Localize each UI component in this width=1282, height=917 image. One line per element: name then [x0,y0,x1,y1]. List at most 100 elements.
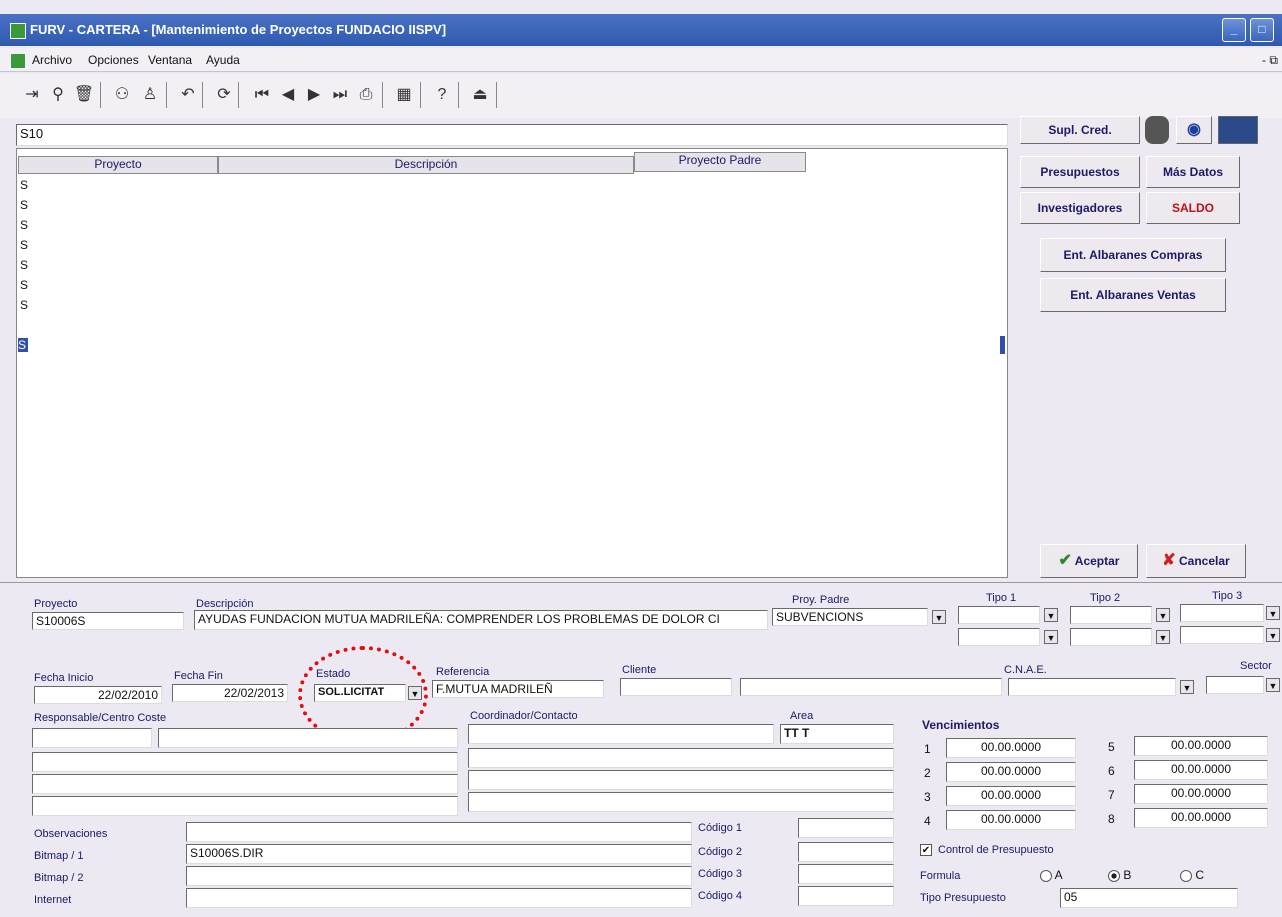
exit-door-icon[interactable]: ⏏ [468,82,492,108]
user-icon[interactable]: ♙ [138,82,162,108]
refresh-icon[interactable]: ⟳ [212,82,236,108]
tipo3-dropdown-icon[interactable]: ▼ [1266,606,1280,620]
cnae-field[interactable] [1008,678,1176,696]
area-field[interactable]: TT T [780,724,894,744]
vencimiento-field[interactable]: 00.00.0000 [946,762,1076,782]
menu-ayuda[interactable]: Ayuda [206,53,240,67]
tipo1-field-2[interactable] [958,628,1040,646]
cliente-name-field[interactable] [740,678,1002,696]
internet-field[interactable] [186,888,692,908]
coordinador-line-3[interactable] [468,770,894,790]
tipo2-field-2[interactable] [1070,628,1152,646]
menu-archivo[interactable]: Archivo [32,53,72,67]
ent-albaranes-ventas-button[interactable]: Ent. Albaranes Ventas [1040,278,1226,312]
prev-record-icon[interactable]: ◀ [276,82,300,108]
responsable-line-4[interactable] [32,796,458,816]
trash-icon[interactable]: 🗑 [72,82,96,108]
proy-padre-field[interactable]: SUBVENCIONS [772,608,928,626]
coordinador-field[interactable] [468,724,774,744]
control-presupuesto-checkbox[interactable]: ✔ [920,844,932,856]
tipo3-dropdown-icon-2[interactable]: ▼ [1266,628,1280,642]
next-record-icon[interactable]: ▶ [302,82,326,108]
menu-ventana[interactable]: Ventana [148,53,192,67]
mas-datos-button[interactable]: Más Datos [1146,156,1240,188]
tipo3-field-2[interactable] [1180,626,1264,644]
vencimiento-field[interactable]: 00.00.0000 [1134,808,1268,828]
vencimiento-field[interactable]: 00.00.0000 [1134,760,1268,780]
grid-row[interactable]: S [20,178,28,192]
grid-row[interactable]: S [20,298,28,312]
exit-icon[interactable]: ⇥ [20,82,44,108]
sector-field[interactable] [1206,676,1264,694]
tipo1-dropdown-icon-2[interactable]: ▼ [1044,630,1058,644]
grid-row-selected[interactable]: S [18,338,28,352]
observaciones-field[interactable] [186,822,692,842]
codigo1-field[interactable] [798,818,894,838]
tipo1-field[interactable] [958,606,1040,624]
presupuestos-button[interactable]: Presupuestos [1020,156,1140,188]
formula-a-radio[interactable]: A [1040,868,1063,882]
tipo2-field[interactable] [1070,606,1152,624]
responsable-code-field[interactable] [32,728,152,748]
database-icon[interactable] [1145,116,1169,144]
grid-row[interactable]: S [20,198,28,212]
descripcion-field[interactable]: AYUDAS FUNDACION MUTUA MADRILEÑA: COMPRE… [194,610,768,630]
binoculars-icon[interactable]: ⚲ [46,82,70,108]
maximize-button[interactable]: □ [1250,18,1274,42]
responsable-line-3[interactable] [32,774,458,794]
vencimiento-field[interactable]: 00.00.0000 [946,810,1076,830]
ent-albaranes-compras-button[interactable]: Ent. Albaranes Compras [1040,238,1226,272]
print-icon[interactable]: ⎙ [354,82,378,108]
grid-icon[interactable]: ▦ [392,82,416,108]
tipo3-field[interactable] [1180,604,1264,622]
vencimiento-field[interactable]: 00.00.0000 [1134,784,1268,804]
vencimiento-field[interactable]: 00.00.0000 [946,786,1076,806]
first-record-icon[interactable]: ⏮ [250,82,274,108]
menu-opciones[interactable]: Opciones [88,53,139,67]
grid-row[interactable]: S [20,278,28,292]
bitmap2-field[interactable] [186,866,692,886]
coordinador-line-2[interactable] [468,748,894,768]
cnae-dropdown-icon[interactable]: ▼ [1180,680,1194,694]
minimize-button[interactable]: _ [1222,18,1246,42]
user-search-icon[interactable]: ⚇ [110,82,134,108]
supl-cred-button[interactable]: Supl. Cred. [1020,116,1140,144]
referencia-field[interactable]: F.MUTUA MADRILEÑ [432,680,604,698]
codigo3-field[interactable] [798,864,894,884]
responsable-line-2[interactable] [32,752,458,772]
sector-dropdown-icon[interactable]: ▼ [1266,678,1280,692]
vencimiento-field[interactable]: 00.00.0000 [946,738,1076,758]
aceptar-button[interactable]: ✔ Aceptar [1040,544,1138,578]
cancelar-button[interactable]: ✘ Cancelar [1146,544,1246,578]
fecha-inicio-field[interactable]: 22/02/2010 [34,686,162,704]
grid-header-descripcion[interactable]: Descripción [218,156,634,174]
coordinador-line-4[interactable] [468,792,894,812]
tipo-presupuesto-field[interactable]: 05 [1060,888,1238,908]
tipo2-dropdown-icon-2[interactable]: ▼ [1156,630,1170,644]
fecha-fin-field[interactable]: 22/02/2013 [172,684,288,702]
grid-row[interactable]: S [20,238,28,252]
undo-icon[interactable]: ↶ [176,82,200,108]
investigadores-button[interactable]: Investigadores [1020,192,1140,224]
search-input[interactable]: S10 [16,124,1008,146]
globe-icon[interactable]: ◉ [1176,116,1212,144]
grid-row[interactable]: S [20,218,28,232]
codigo2-field[interactable] [798,842,894,862]
grid-header-proyecto[interactable]: Proyecto [18,156,218,174]
last-record-icon[interactable]: ⏭ [328,82,352,108]
image-icon[interactable] [1218,116,1258,144]
tipo1-dropdown-icon[interactable]: ▼ [1044,608,1058,622]
help-icon[interactable]: ? [430,82,454,108]
proy-padre-dropdown-icon[interactable]: ▼ [932,610,946,624]
cliente-field[interactable] [620,678,732,696]
saldo-button[interactable]: SALDO [1146,192,1240,224]
restore-child-button[interactable]: - ⧉ [1262,53,1278,68]
responsable-name-field[interactable] [158,728,458,748]
grid-row[interactable]: S [20,258,28,272]
formula-c-radio[interactable]: C [1180,868,1204,882]
formula-b-radio[interactable]: B [1108,868,1131,882]
tipo2-dropdown-icon[interactable]: ▼ [1156,608,1170,622]
grid-header-proyecto-padre[interactable]: Proyecto Padre [634,152,806,172]
bitmap1-field[interactable]: S10006S.DIR [186,844,692,864]
codigo4-field[interactable] [798,886,894,906]
